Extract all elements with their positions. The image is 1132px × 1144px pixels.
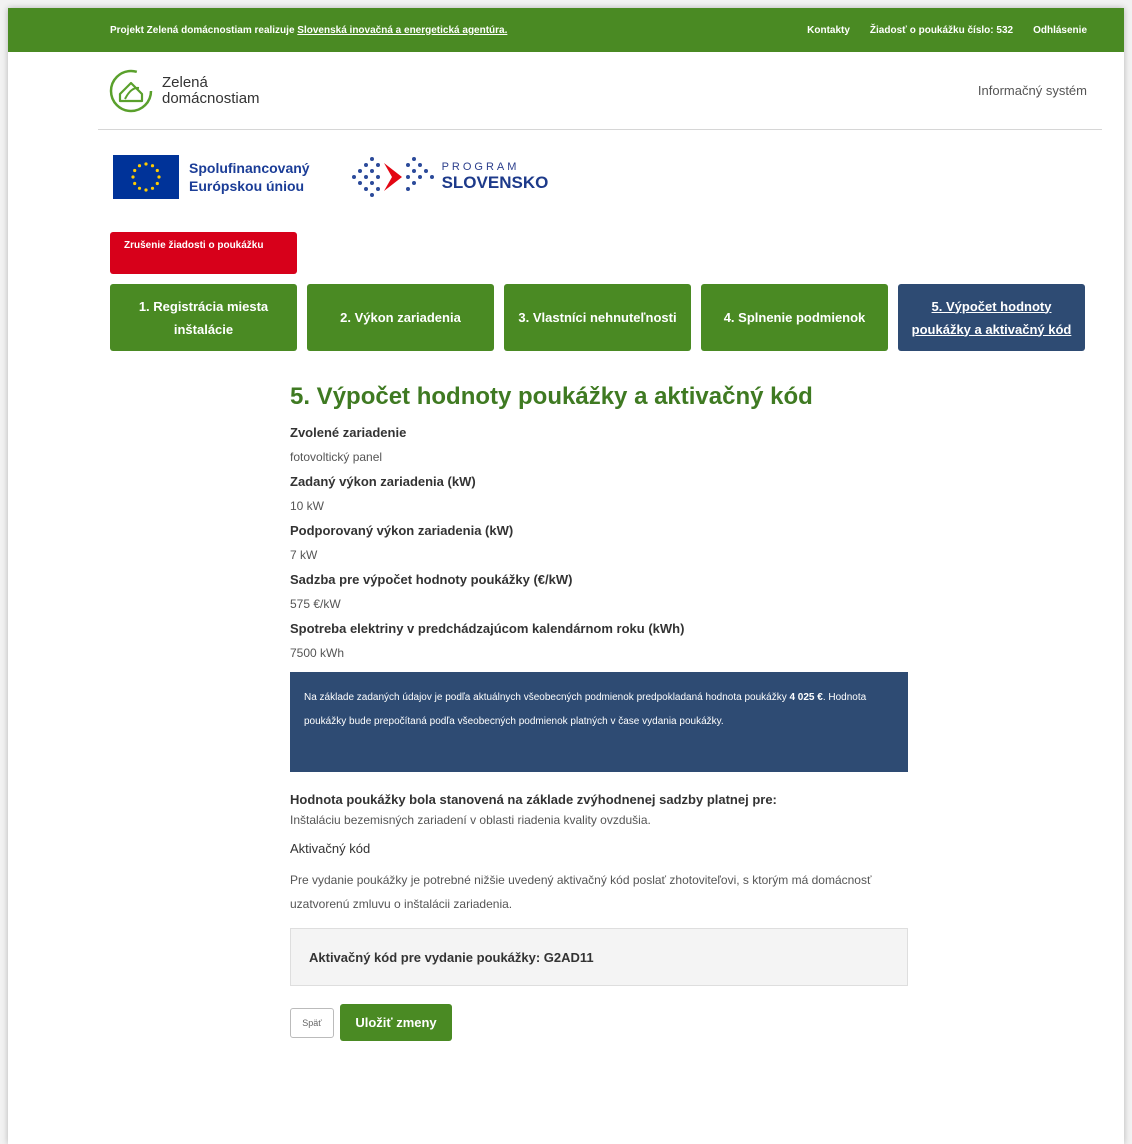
partner-logos: Spolufinancovaný Európskou úniou PROGRAM… [113,152,1124,202]
program-text: PROGRAM SLOVENSKO [442,161,549,193]
step-voucher-calculation[interactable]: 5. Výpočet hodnoty poukážky a aktivačný … [898,284,1085,351]
field-value-device: fotovoltický panel [290,450,383,464]
eu-line2: Európskou úniou [189,178,305,194]
field-label-consumption: Spotreba elektriny v predchádzajúcom kal… [290,621,685,636]
wizard-steps: 1. Registrácia miesta inštalácie 2. Výko… [110,284,1085,351]
logo-line2: domácnostiam [162,89,260,107]
house-leaf-logo-icon [109,69,153,112]
logout-link[interactable]: Odhlásenie [1033,25,1087,36]
field-label-supported-power: Podporovaný výkon zariadenia (kW) [290,523,514,538]
program-slovensko-icon [351,157,434,197]
logo-line1: Zelená [162,73,208,91]
page-title: 5. Výpočet hodnoty poukážky a aktivačný … [290,383,813,410]
contacts-link[interactable]: Kontakty [807,25,850,36]
site-logo[interactable]: Zelená domácnostiam [108,68,260,114]
agency-link[interactable]: Slovenská inovačná a energetická agentúr… [297,25,507,36]
step-registration[interactable]: 1. Registrácia miesta inštalácie [110,284,297,351]
logo-text: Zelená domácnostiam [162,73,260,107]
top-links: Kontakty Žiadosť o poukážku číslo: 532 O… [807,25,1087,36]
cancel-request-button[interactable]: Zrušenie žiadosti o poukážku [110,232,297,274]
page: Projekt Zelená domácnostiam realizuje Sl… [8,8,1124,1144]
field-label-entered-power: Zadaný výkon zariadenia (kW) [290,474,476,489]
field-value-consumption: 7500 kWh [290,646,345,660]
eu-flag-icon [113,155,179,199]
save-changes-button[interactable]: Uložiť zmeny [340,1004,452,1041]
eu-logo: Spolufinancovaný Európskou úniou [113,155,310,199]
rate-basis-value: Inštaláciu bezemisných zariadení v oblas… [290,813,651,827]
project-text: Projekt Zelená domácnostiam realizuje [110,24,298,36]
eu-text: Spolufinancovaný Európskou úniou [189,159,310,195]
notice-amount: 4 025 € [789,692,823,703]
field-value-entered-power: 10 kW [290,499,325,513]
step-owners[interactable]: 3. Vlastníci nehnuteľnosti [504,284,691,351]
top-bar: Projekt Zelená domácnostiam realizuje Sl… [8,8,1124,52]
info-system-label: Informačný systém [977,83,1087,98]
rate-basis-label: Hodnota poukážky bola stanovená na zákla… [290,792,777,807]
request-number-link[interactable]: Žiadosť o poukážku číslo: 532 [870,25,1013,36]
program-slovensko-logo: PROGRAM SLOVENSKO [346,153,549,201]
voucher-value-notice: Na základe zadaných údajov je podľa aktu… [290,672,908,772]
step-conditions[interactable]: 4. Splnenie podmienok [701,284,888,351]
header: Zelená domácnostiam Informačný systém [98,52,1102,130]
activation-code-heading: Aktivačný kód [290,841,371,856]
project-info: Projekt Zelená domácnostiam realizuje Sl… [110,25,507,36]
back-button[interactable]: Späť [290,1007,334,1038]
field-value-rate: 575 €/kW [290,597,341,611]
program-line1: PROGRAM [441,161,520,173]
activation-code-description: Pre vydanie poukážky je potrebné nižšie … [290,873,872,911]
field-label-rate: Sadzba pre výpočet hodnoty poukážky (€/k… [290,572,573,587]
field-value-supported-power: 7 kW [290,548,318,562]
eu-line1: Spolufinancovaný [189,160,310,176]
notice-text-pre: Na základe zadaných údajov je podľa aktu… [304,692,790,703]
program-line2: SLOVENSKO [441,173,549,192]
step-device-power[interactable]: 2. Výkon zariadenia [307,284,494,351]
activation-code-box: Aktivačný kód pre vydanie poukážky: G2AD… [290,928,908,986]
field-label-device: Zvolené zariadenie [290,425,407,440]
main-content: 5. Výpočet hodnoty poukážky a aktivačný … [290,383,908,1041]
form-actions: Späť Uložiť zmeny [290,1004,908,1041]
